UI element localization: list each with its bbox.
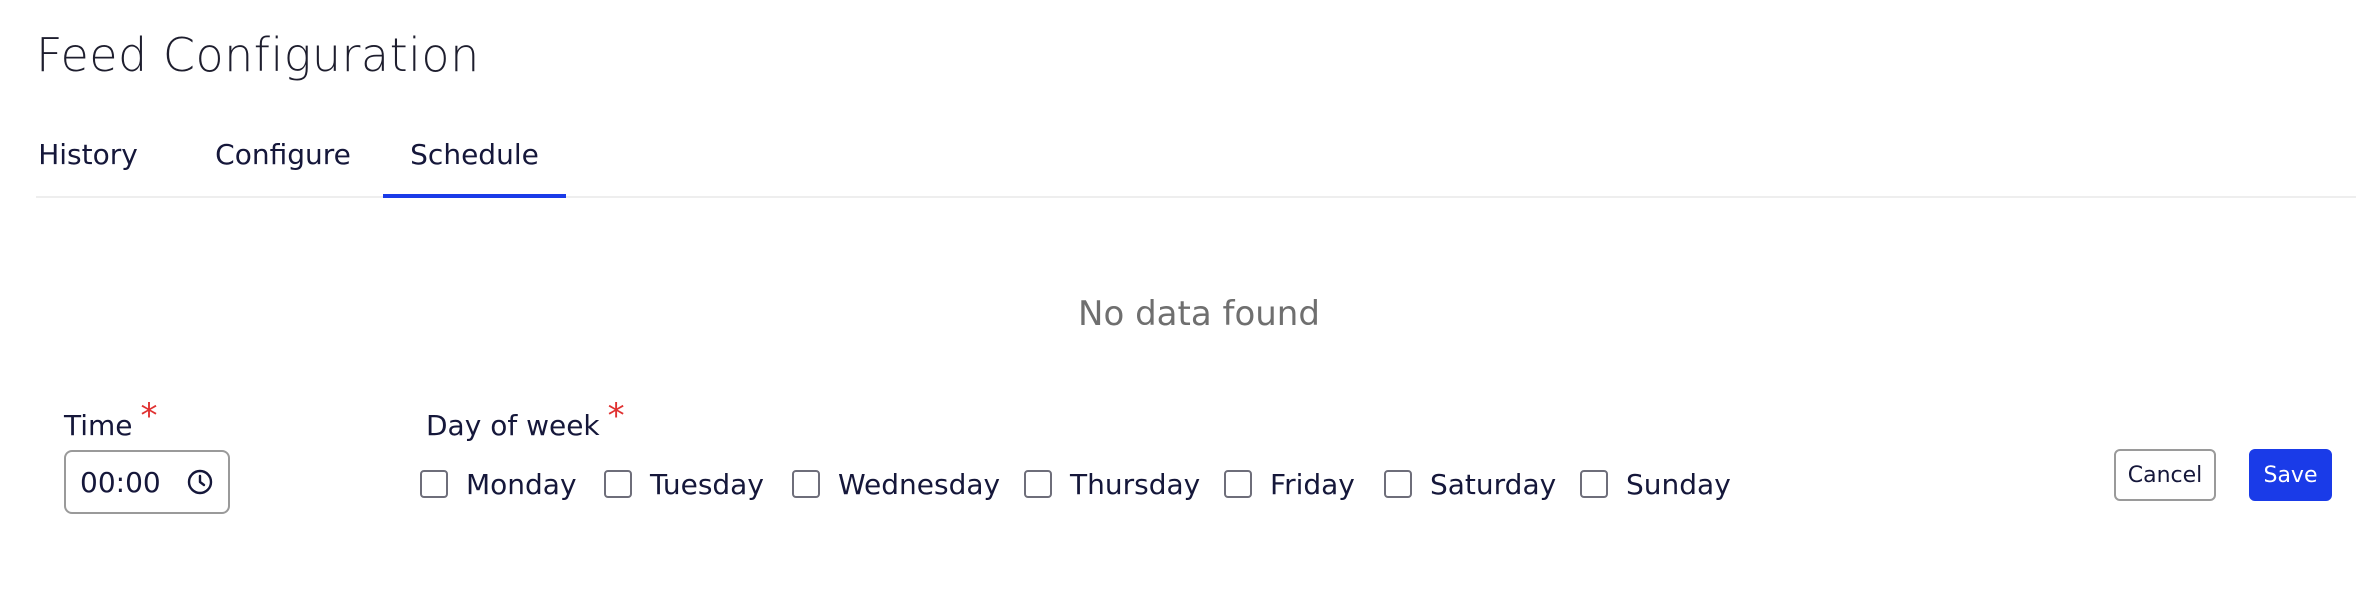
tab-configure[interactable]: Configure: [207, 126, 359, 196]
empty-state-message: No data found: [1078, 294, 1320, 334]
day-option-tuesday[interactable]: Tuesday: [604, 466, 764, 502]
time-input[interactable]: 00:00: [64, 450, 230, 514]
feed-configuration-page: Feed Configuration History Configure Sch…: [0, 0, 2356, 602]
page-title: Feed Configuration: [36, 28, 480, 82]
day-of-week-label-group: Day of week *: [426, 396, 625, 442]
day-option-thursday[interactable]: Thursday: [1024, 466, 1200, 502]
tuesday-checkbox[interactable]: [604, 470, 632, 498]
day-of-week-label: Day of week: [426, 409, 600, 442]
time-label: Time: [64, 409, 133, 442]
time-required-mark: *: [140, 396, 158, 436]
day-option-label: Saturday: [1430, 467, 1557, 501]
time-input-value: 00:00: [80, 465, 161, 499]
friday-checkbox[interactable]: [1224, 470, 1252, 498]
day-option-wednesday[interactable]: Wednesday: [792, 466, 1000, 502]
thursday-checkbox[interactable]: [1024, 470, 1052, 498]
tab-bar: History Configure Schedule: [36, 126, 2356, 198]
day-option-label: Tuesday: [650, 467, 764, 501]
wednesday-checkbox[interactable]: [792, 470, 820, 498]
day-option-monday[interactable]: Monday: [420, 466, 577, 502]
day-option-label: Wednesday: [838, 467, 1001, 501]
tab-history[interactable]: History: [36, 126, 140, 196]
clock-icon[interactable]: [186, 468, 214, 496]
day-required-mark: *: [607, 396, 625, 436]
day-option-friday[interactable]: Friday: [1224, 466, 1355, 502]
day-option-saturday[interactable]: Saturday: [1384, 466, 1556, 502]
day-option-label: Thursday: [1070, 467, 1201, 501]
day-option-label: Monday: [466, 467, 577, 501]
time-label-group: Time *: [64, 396, 158, 442]
save-button[interactable]: Save: [2249, 449, 2332, 501]
cancel-button[interactable]: Cancel: [2114, 449, 2216, 501]
day-option-label: Friday: [1270, 467, 1355, 501]
day-option-label: Sunday: [1626, 467, 1731, 501]
saturday-checkbox[interactable]: [1384, 470, 1412, 498]
day-option-sunday[interactable]: Sunday: [1580, 466, 1731, 502]
sunday-checkbox[interactable]: [1580, 470, 1608, 498]
tab-schedule[interactable]: Schedule: [383, 126, 566, 198]
monday-checkbox[interactable]: [420, 470, 448, 498]
